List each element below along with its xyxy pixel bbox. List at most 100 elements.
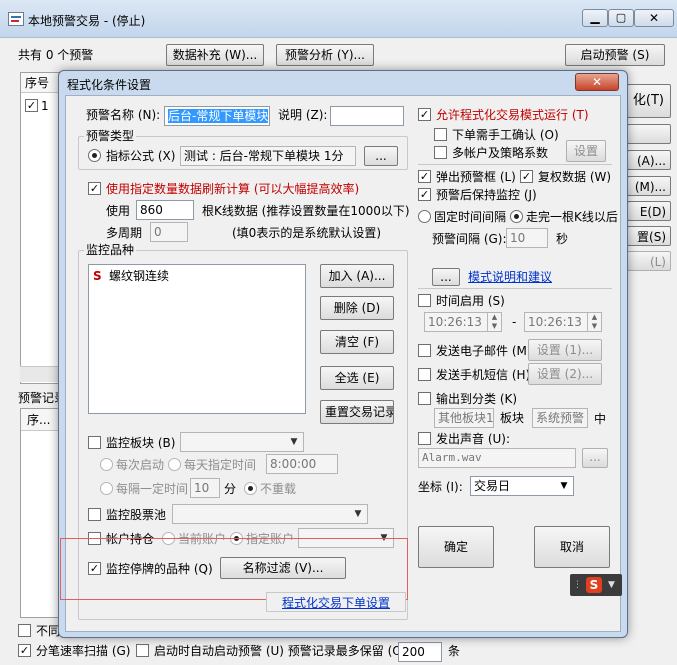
alert-name-input[interactable]: 后台-常规下单模块 [164,106,270,126]
side-button-4[interactable]: (M)... [627,176,671,196]
popup-checkbox[interactable]: ✓ [418,170,431,183]
sound-browse-button[interactable]: ... [582,448,608,468]
multi-account-settings-button[interactable]: 设置 [566,140,606,162]
keep-monitor-checkbox[interactable]: ✓ [418,188,431,201]
time-start-value: 10:26:13 [428,315,482,329]
alert-count-label: 共有 0 个预警 [18,48,94,62]
daily-time-radio[interactable] [168,458,181,471]
monitor-sector-checkbox[interactable] [88,436,101,449]
no-repeat-label: 不重载 [260,482,297,496]
not-same-checkbox[interactable] [18,624,31,637]
reset-records-button[interactable]: 重置交易记录 [320,400,394,424]
sector-select[interactable]: ▼ [180,432,304,452]
multi-account-checkbox[interactable] [434,146,447,159]
each-start-radio[interactable] [100,458,113,471]
trade-settings-link[interactable]: 程式化交易下单设置 [266,592,406,612]
allow-trade-checkbox[interactable]: ✓ [418,108,431,121]
ok-button[interactable]: 确定 [418,526,494,568]
fixed-interval-label: 固定时间间隔 [434,210,507,224]
output-checkbox[interactable] [418,392,431,405]
autostart-checkbox[interactable] [136,644,149,657]
output-label: 输出到分类 (K) [436,392,518,406]
no-repeat-radio[interactable] [244,482,257,495]
time-dash: - [512,315,517,329]
dialog-title: 程式化条件设置 [67,78,152,92]
clear-button[interactable]: 清空 (F) [320,330,394,354]
delete-button[interactable]: 删除 (D) [320,296,394,320]
other-sector-field[interactable]: 其他板块1 [434,408,494,428]
dialog-close-button[interactable]: ✕ [575,73,619,91]
start-alert-button[interactable]: 启动预警 (S) [565,44,665,66]
system-alert-field[interactable]: 系统预警 [532,408,588,428]
keep-monitor-label: 预警后保持监控 (J) [436,188,537,202]
chevron-down-icon: ▼ [290,437,298,447]
kline-count-input[interactable]: 860 [136,200,194,220]
help-link[interactable]: 模式说明和建议 [468,270,552,284]
monitor-sector-label: 监控板块 (B) [106,436,176,450]
stock-type-icon: S [93,269,102,283]
alert-interval-unit: 秒 [556,232,569,246]
maximize-button[interactable]: ▢ [608,9,634,27]
sound-checkbox[interactable] [418,432,431,445]
alert-list[interactable]: 序号 ✓ 1 [20,72,61,384]
after-kline-radio[interactable] [510,210,523,223]
monitor-pool-label: 监控股票池 [106,508,167,522]
time-start-input[interactable]: 10:26:13 ▲ ▼ [424,312,502,332]
alert-analysis-button[interactable]: 预警分析 (Y)... [276,44,374,66]
manual-confirm-checkbox[interactable] [434,128,447,141]
chevron-down-icon: ▼ [560,481,568,491]
stock-name: 螺纹钢连续 [109,269,170,283]
periods-input[interactable]: 0 [150,222,188,242]
row1-checkbox[interactable]: ✓ [25,99,38,112]
reuse-data-checkbox[interactable]: ✓ [520,170,533,183]
use-specified-checkbox[interactable]: ✓ [88,182,101,195]
side-button-7[interactable]: (L) [627,251,671,271]
add-button[interactable]: 加入 (A)... [320,264,394,288]
interval-radio[interactable] [100,482,113,495]
coord-value: 交易日 [474,479,511,493]
sms-settings-button[interactable]: 设置 (2)... [528,363,602,385]
side-button-6[interactable]: 置(S) [627,226,671,246]
select-all-button[interactable]: 全选 (E) [320,366,394,390]
monitor-pool-checkbox[interactable] [88,508,101,521]
pool-select[interactable]: ▼ [172,504,368,524]
time-enable-checkbox[interactable] [418,294,431,307]
tick-scan-checkbox[interactable]: ✓ [18,644,31,657]
data-supplement-button[interactable]: 数据补充 (W)... [166,44,264,66]
email-settings-button[interactable]: 设置 (1)... [528,339,602,361]
help-button[interactable]: ... [432,268,460,286]
records-list[interactable]: 序... [20,408,61,618]
separator-1 [418,164,612,165]
records-column-seq[interactable]: 序... [21,409,61,431]
indicator-field[interactable]: 测试 : 后台-常规下单模块 1分 [180,146,356,166]
email-checkbox[interactable] [418,344,431,357]
type-group-title: 预警类型 [84,129,137,143]
alert-interval-input[interactable]: 10 [506,228,548,248]
sms-checkbox[interactable] [418,368,431,381]
desc-input[interactable] [330,106,404,126]
sound-file-input[interactable]: Alarm.wav [418,448,576,468]
indicator-radio[interactable] [88,149,101,162]
dialog-body: 预警名称 (N): 后台-常规下单模块 说明 (Z): 预警类型 指标公式 (X… [60,95,622,632]
daily-time-input[interactable]: 8:00:00 [266,454,338,474]
indicator-label: 指标公式 (X) [106,149,176,163]
coord-select[interactable]: 交易日 ▼ [470,476,574,496]
time-end-input[interactable]: 10:26:13 ▲ ▼ [524,312,602,332]
side-button-3[interactable]: (A)... [627,150,671,170]
column-header-seq[interactable]: 序号 [21,73,61,93]
cancel-button[interactable]: 取消 [534,526,610,568]
keep-records-input[interactable]: 200 [398,642,442,662]
main-close-button[interactable]: ✕ [634,9,674,27]
fixed-interval-radio[interactable] [418,210,431,223]
indicator-browse-button[interactable]: ... [364,146,398,166]
interval-label: 每隔一定时间 [116,482,189,496]
list-hscrollbar[interactable] [20,366,60,382]
manual-confirm-label: 下单需手工确认 (O) [452,128,559,142]
interval-input[interactable]: 10 [190,478,220,498]
minimize-button[interactable]: ▁ [582,9,608,27]
side-button-2[interactable] [627,124,671,144]
ime-toolbar[interactable]: ⋮⋮ S ▼ [570,574,622,596]
stock-list[interactable]: S 螺纹钢连续 [88,264,306,414]
side-button-1[interactable]: 化(T) [627,84,671,118]
side-button-5[interactable]: E(D) [627,201,671,221]
